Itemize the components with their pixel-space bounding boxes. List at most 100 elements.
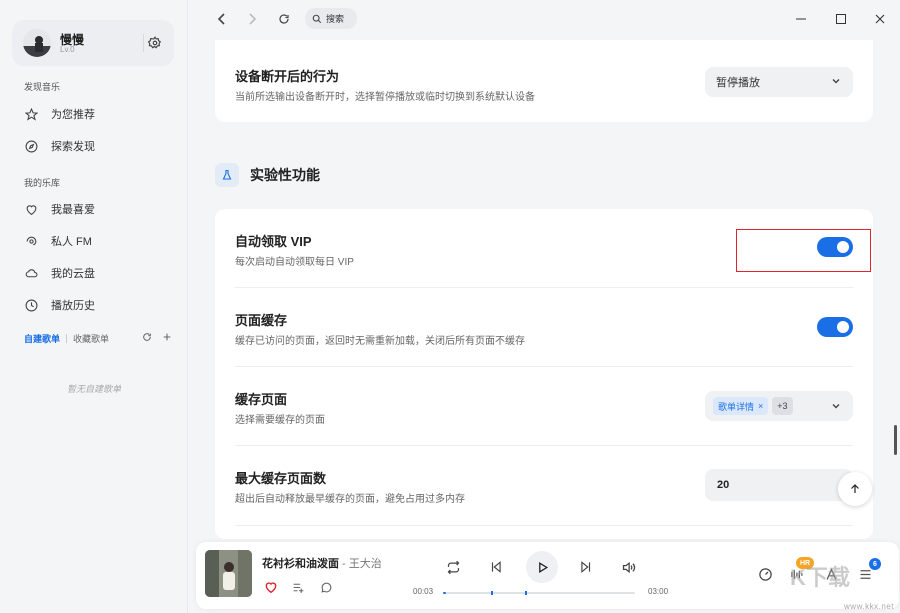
section-title: 实验性功能 [250, 167, 320, 183]
back-to-top-button[interactable] [838, 472, 872, 506]
tag-playlist-detail: 歌单详情 × [713, 397, 769, 415]
sidebar-item-favorites[interactable]: 我最喜爱 [24, 199, 95, 219]
minimize-icon[interactable] [791, 10, 811, 28]
artist-separator: - [339, 558, 349, 570]
play-icon [538, 561, 548, 573]
page-cache-desc: 缓存已访问的页面，返回时无需重新加载，关闭后所有页面不缓存 [235, 336, 525, 347]
back-icon[interactable] [212, 9, 232, 29]
arrow-up-icon [851, 484, 859, 493]
flask-icon [215, 163, 239, 187]
scrollbar-thumb[interactable] [894, 425, 897, 455]
progress-bar[interactable] [443, 591, 635, 595]
sidebar: 慢慢 Lv.0 发现音乐 为您推荐 探索发现 我的乐库 我最喜爱 私人 FM 我… [0, 0, 188, 613]
watermark-url: www.kkx.net [844, 602, 894, 611]
card-divider [143, 34, 144, 52]
cache-pages-desc: 选择需要缓存的页面 [235, 415, 325, 426]
refresh-icon[interactable] [142, 331, 152, 345]
output-device-card: 设备断开后的行为 当前所选输出设备断开时，选择暂停播放或临时切换到系统默认设备 … [215, 40, 873, 122]
library-section-label: 我的乐库 [24, 178, 61, 188]
clock-icon [24, 298, 38, 312]
tab-created-playlists[interactable]: 自建歌单 [24, 332, 60, 345]
chevron-down-icon [832, 404, 840, 409]
divider [235, 525, 853, 526]
maximize-icon[interactable] [831, 10, 851, 28]
artist-name[interactable]: 王大治 [349, 558, 382, 570]
now-playing[interactable]: 花衬衫和油泼面 - 王大治 [262, 555, 382, 571]
topbar: 搜索 [188, 0, 900, 40]
watermark-logo: K下载 [790, 565, 850, 590]
forward-icon[interactable] [242, 9, 262, 29]
max-cache-input[interactable]: 20 [705, 469, 853, 501]
disconnect-title: 设备断开后的行为 [235, 69, 340, 84]
reload-icon[interactable] [274, 9, 294, 29]
compass-icon [24, 139, 38, 153]
auto-vip-title: 自动领取 VIP [235, 234, 312, 249]
divider [235, 445, 853, 446]
tab-separator [66, 333, 68, 343]
progress-fill [443, 592, 447, 594]
repeat-icon[interactable] [444, 558, 462, 576]
progress-marker [491, 591, 493, 595]
sidebar-item-cloud[interactable]: 我的云盘 [24, 263, 95, 283]
select-value: 暂停播放 [716, 77, 760, 89]
radio-icon [24, 234, 38, 248]
close-icon[interactable] [870, 10, 890, 28]
previous-icon[interactable] [487, 558, 505, 576]
disconnect-behavior-select[interactable]: 暂停播放 [705, 67, 853, 97]
disconnect-desc: 当前所选输出设备断开时，选择暂停播放或临时切换到系统默认设备 [235, 92, 535, 103]
experimental-section-header: 实验性功能 [215, 162, 320, 188]
cache-pages-title: 缓存页面 [235, 392, 288, 407]
speed-icon[interactable] [756, 565, 774, 583]
search-button[interactable]: 搜索 [305, 8, 357, 29]
heart-icon[interactable] [262, 578, 280, 596]
total-time: 03:00 [648, 587, 669, 596]
avatar[interactable] [23, 29, 51, 57]
sidebar-item-label: 探索发现 [51, 141, 95, 153]
tag-label: 歌单详情 [718, 401, 755, 412]
divider [235, 287, 853, 288]
gear-icon[interactable] [145, 33, 165, 53]
tag-close-icon[interactable]: × [758, 401, 763, 411]
page-cache-title: 页面缓存 [235, 313, 288, 328]
volume-icon[interactable] [619, 558, 637, 576]
sidebar-item-explore[interactable]: 探索发现 [24, 136, 95, 156]
auto-vip-desc: 每次启动自动领取每日 VIP [235, 257, 354, 268]
queue-count-badge: 6 [869, 558, 881, 570]
sidebar-item-label: 为您推荐 [51, 109, 95, 121]
comment-icon[interactable] [317, 578, 335, 596]
next-icon[interactable] [577, 558, 595, 576]
tab-collected-playlists[interactable]: 收藏歌单 [73, 332, 109, 345]
search-label: 搜索 [326, 14, 345, 24]
highlight-box [736, 229, 871, 272]
empty-playlists-text: 暂无自建歌单 [66, 384, 121, 394]
discover-section-label: 发现音乐 [24, 82, 61, 92]
more-tags-badge: +3 [772, 397, 793, 415]
add-icon[interactable] [162, 331, 172, 345]
page-cache-toggle[interactable] [817, 317, 853, 337]
cloud-icon [24, 266, 38, 280]
max-cache-desc: 超出后自动释放最早缓存的页面，避免占用过多内存 [235, 494, 465, 505]
user-level: Lv.0 [60, 45, 75, 54]
current-time: 00:03 [413, 587, 434, 596]
play-button[interactable] [526, 551, 558, 583]
max-cache-title: 最大缓存页面数 [235, 471, 327, 486]
heart-icon [24, 202, 38, 216]
user-card[interactable]: 慢慢 Lv.0 [12, 20, 174, 66]
cache-pages-select[interactable]: 歌单详情 × +3 [705, 391, 853, 421]
sidebar-item-label: 我的云盘 [51, 268, 95, 280]
sidebar-item-label: 播放历史 [51, 300, 95, 312]
add-to-playlist-icon[interactable] [289, 578, 307, 596]
sidebar-item-recommend[interactable]: 为您推荐 [24, 104, 95, 124]
divider [235, 366, 853, 367]
progress-marker [525, 591, 527, 595]
song-title: 花衬衫和油泼面 [262, 558, 339, 570]
sidebar-item-label: 私人 FM [51, 236, 92, 248]
chevron-down-icon [832, 79, 840, 84]
sidebar-item-fm[interactable]: 私人 FM [24, 231, 92, 251]
album-cover[interactable] [205, 550, 252, 597]
star-icon [24, 107, 38, 121]
search-icon [312, 14, 322, 23]
sidebar-item-label: 我最喜爱 [51, 204, 95, 216]
playlist-tabs: 自建歌单 收藏歌单 [24, 331, 174, 345]
sidebar-item-history[interactable]: 播放历史 [24, 295, 95, 315]
